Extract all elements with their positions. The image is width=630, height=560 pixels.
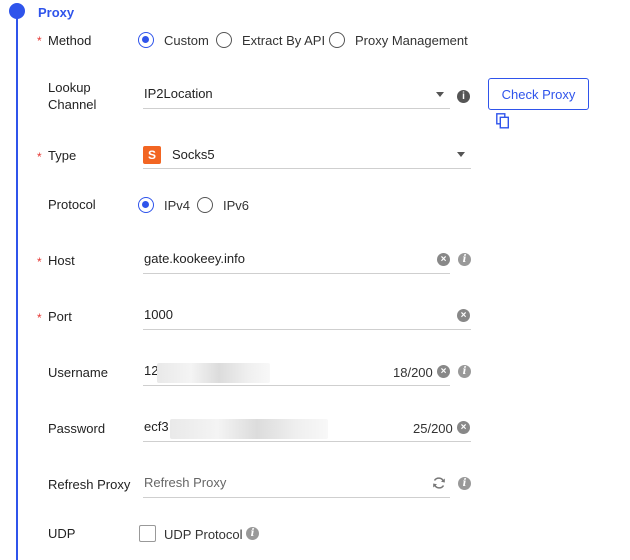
password-label: Password <box>48 421 106 436</box>
refresh-proxy-label: Refresh Proxy <box>48 477 131 492</box>
timeline-dot <box>9 3 25 19</box>
port-value: 1000 <box>144 307 173 322</box>
lookup-channel-label: Lookup Channel <box>48 79 96 113</box>
protocol-radio-ipv4[interactable] <box>138 197 154 213</box>
required-mark: * <box>37 255 42 269</box>
method-option-extract-api[interactable]: Extract By API <box>242 33 325 48</box>
udp-checkbox-label[interactable]: UDP Protocol <box>164 527 243 542</box>
refresh-proxy-placeholder: Refresh Proxy <box>144 475 227 490</box>
clear-icon[interactable]: × <box>457 309 470 322</box>
lookup-channel-select[interactable]: IP2Location <box>143 84 450 109</box>
section-title: Proxy <box>38 5 75 20</box>
refresh-proxy-input[interactable]: Refresh Proxy <box>143 473 450 498</box>
type-label: Type <box>48 148 77 163</box>
protocol-radio-ipv6[interactable] <box>197 197 213 213</box>
clear-icon[interactable]: × <box>457 421 470 434</box>
protocol-label: Protocol <box>48 197 96 212</box>
info-icon[interactable]: i <box>458 365 471 378</box>
info-icon[interactable]: i <box>246 527 259 540</box>
copy-icon[interactable] <box>496 113 510 129</box>
lookup-channel-label-line2: Channel <box>48 97 97 112</box>
method-option-custom[interactable]: Custom <box>164 33 209 48</box>
required-mark: * <box>37 150 42 164</box>
redacted-username <box>157 363 270 383</box>
clear-icon[interactable]: × <box>437 253 450 266</box>
refresh-icon[interactable] <box>432 476 446 490</box>
host-label: Host <box>48 253 75 268</box>
port-input[interactable]: 1000 <box>143 305 471 330</box>
lookup-channel-label-line1: Lookup <box>48 80 91 95</box>
info-icon[interactable]: i <box>458 477 471 490</box>
password-counter: 25/200 <box>413 421 453 436</box>
host-input[interactable]: gate.kookeey.info <box>143 249 450 274</box>
host-value: gate.kookeey.info <box>144 251 245 266</box>
chevron-down-icon <box>457 152 465 157</box>
method-radio-custom[interactable] <box>138 32 154 48</box>
method-radio-extract-api[interactable] <box>216 32 232 48</box>
protocol-option-ipv6[interactable]: IPv6 <box>223 198 249 213</box>
method-label: Method <box>48 33 92 48</box>
username-label: Username <box>48 365 108 380</box>
udp-label: UDP <box>48 526 76 541</box>
timeline-rail <box>16 10 18 560</box>
redacted-password <box>170 419 328 439</box>
required-mark: * <box>37 311 42 325</box>
udp-checkbox[interactable] <box>139 525 156 542</box>
username-counter: 18/200 <box>393 365 433 380</box>
method-option-proxy-management[interactable]: Proxy Management <box>355 33 468 48</box>
clear-icon[interactable]: × <box>437 365 450 378</box>
required-mark: * <box>37 34 42 48</box>
info-icon[interactable]: i <box>458 253 471 266</box>
port-label: Port <box>48 309 72 324</box>
password-value: ecf3 <box>144 419 169 434</box>
lookup-channel-value: IP2Location <box>144 86 213 101</box>
type-value: Socks5 <box>172 147 215 162</box>
check-proxy-button[interactable]: Check Proxy <box>488 78 589 110</box>
chevron-down-icon <box>436 92 444 97</box>
info-icon[interactable]: i <box>457 90 470 103</box>
socks-icon: S <box>143 146 161 164</box>
method-radio-proxy-management[interactable] <box>329 32 345 48</box>
protocol-option-ipv4[interactable]: IPv4 <box>164 198 190 213</box>
